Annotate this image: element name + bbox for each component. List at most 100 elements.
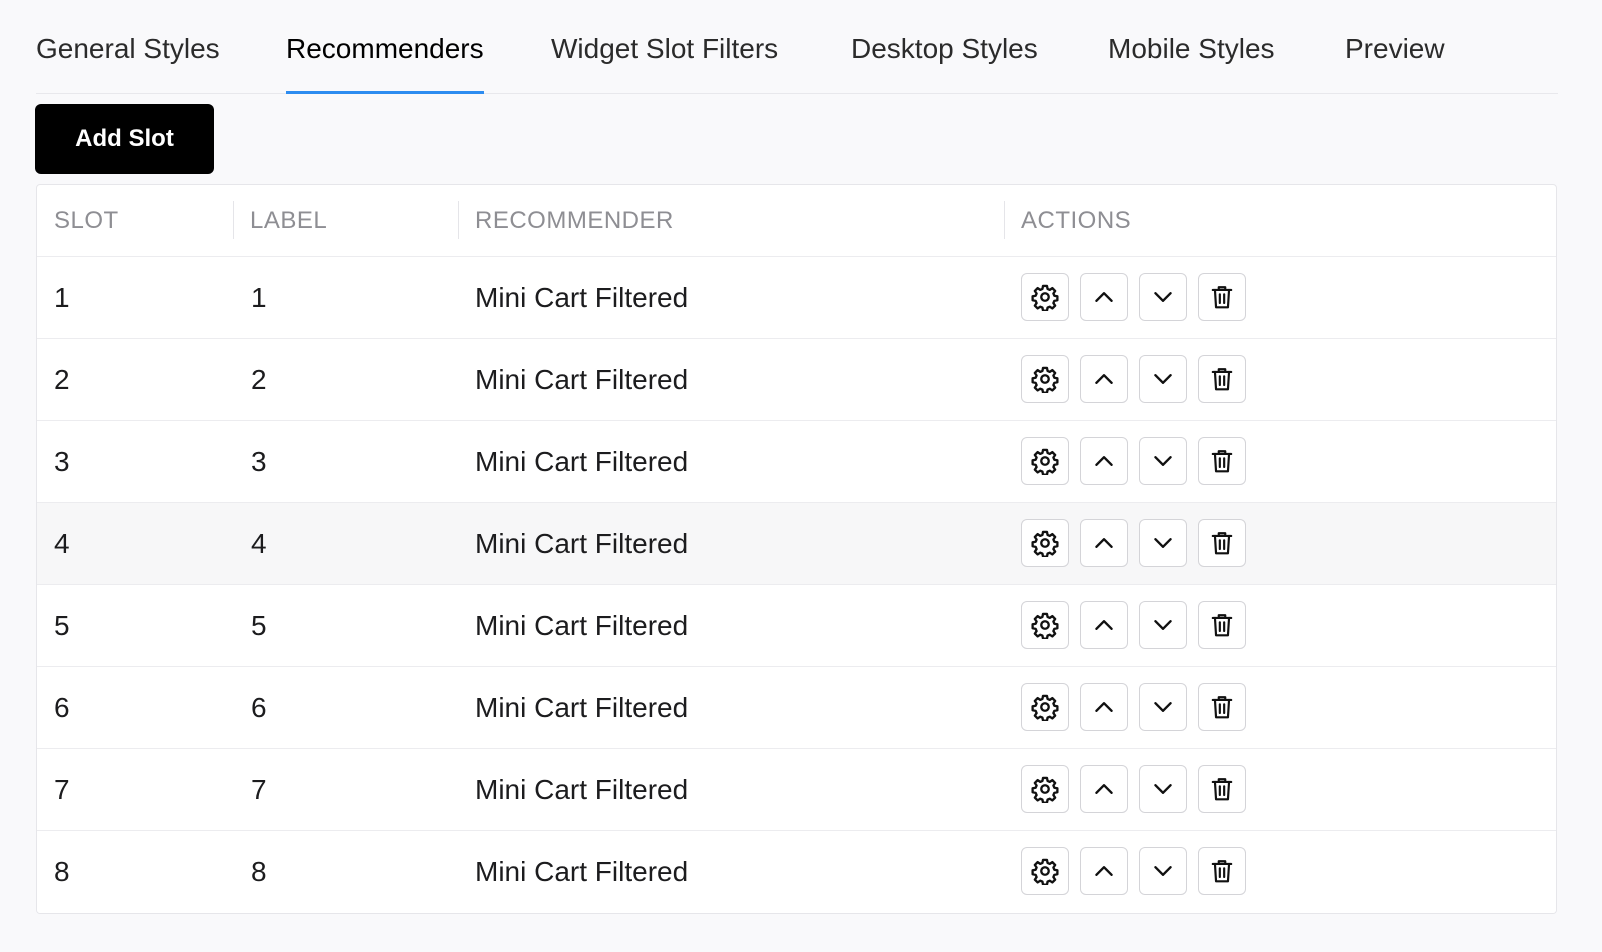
column-divider <box>233 201 234 239</box>
move-up-button[interactable] <box>1080 437 1128 485</box>
column-divider <box>1004 201 1005 239</box>
delete-button[interactable] <box>1198 683 1246 731</box>
table-row: 3 3 Mini Cart Filtered <box>37 421 1556 503</box>
move-up-button[interactable] <box>1080 355 1128 403</box>
move-down-button[interactable] <box>1139 847 1187 895</box>
settings-button[interactable] <box>1021 765 1069 813</box>
tab-widget-slot-filters[interactable]: Widget Slot Filters <box>551 0 778 93</box>
gear-icon <box>1031 283 1059 311</box>
move-up-button[interactable] <box>1080 765 1128 813</box>
chevron-up-icon <box>1091 776 1117 802</box>
tab-desktop-styles[interactable]: Desktop Styles <box>851 0 1038 93</box>
trash-icon <box>1209 612 1235 638</box>
settings-button[interactable] <box>1021 273 1069 321</box>
table-row: 1 1 Mini Cart Filtered <box>37 257 1556 339</box>
slot-cell: 6 <box>54 692 70 723</box>
table-header: SLOT LABEL RECOMMENDER ACTIONS <box>37 185 1556 257</box>
move-up-button[interactable] <box>1080 519 1128 567</box>
move-up-button[interactable] <box>1080 847 1128 895</box>
settings-button[interactable] <box>1021 519 1069 567</box>
slot-cell: 4 <box>54 528 70 559</box>
label-cell: 1 <box>251 282 267 313</box>
gear-icon <box>1031 365 1059 393</box>
chevron-down-icon <box>1150 530 1176 556</box>
move-up-button[interactable] <box>1080 273 1128 321</box>
move-down-button[interactable] <box>1139 765 1187 813</box>
move-down-button[interactable] <box>1139 683 1187 731</box>
move-down-button[interactable] <box>1139 601 1187 649</box>
chevron-down-icon <box>1150 694 1176 720</box>
recommender-cell: Mini Cart Filtered <box>475 610 689 641</box>
label-cell: 5 <box>251 610 267 641</box>
table-row: 4 4 Mini Cart Filtered <box>37 503 1556 585</box>
delete-button[interactable] <box>1198 355 1246 403</box>
move-down-button[interactable] <box>1139 437 1187 485</box>
slot-cell: 1 <box>54 282 70 313</box>
recommender-cell: Mini Cart Filtered <box>475 446 689 477</box>
delete-button[interactable] <box>1198 273 1246 321</box>
tab-preview[interactable]: Preview <box>1345 0 1445 93</box>
tab-mobile-styles[interactable]: Mobile Styles <box>1108 0 1275 93</box>
chevron-up-icon <box>1091 366 1117 392</box>
column-header-actions: ACTIONS <box>1021 207 1132 234</box>
chevron-down-icon <box>1150 284 1176 310</box>
trash-icon <box>1209 694 1235 720</box>
table-row: 2 2 Mini Cart Filtered <box>37 339 1556 421</box>
gear-icon <box>1031 775 1059 803</box>
delete-button[interactable] <box>1198 847 1246 895</box>
chevron-up-icon <box>1091 694 1117 720</box>
table-row: 6 6 Mini Cart Filtered <box>37 667 1556 749</box>
column-header-slot: SLOT <box>54 207 119 234</box>
gear-icon <box>1031 857 1059 885</box>
trash-icon <box>1209 776 1235 802</box>
slots-table: SLOT LABEL RECOMMENDER ACTIONS 1 1 Mini … <box>36 184 1557 914</box>
recommender-cell: Mini Cart Filtered <box>475 774 689 805</box>
settings-button[interactable] <box>1021 683 1069 731</box>
label-cell: 2 <box>251 364 267 395</box>
trash-icon <box>1209 284 1235 310</box>
tab-general-styles[interactable]: General Styles <box>36 0 220 93</box>
delete-button[interactable] <box>1198 519 1246 567</box>
move-down-button[interactable] <box>1139 355 1187 403</box>
chevron-up-icon <box>1091 284 1117 310</box>
column-header-recommender: RECOMMENDER <box>475 207 674 234</box>
recommender-cell: Mini Cart Filtered <box>475 364 689 395</box>
settings-button[interactable] <box>1021 355 1069 403</box>
chevron-up-icon <box>1091 448 1117 474</box>
label-cell: 4 <box>251 528 267 559</box>
slot-cell: 5 <box>54 610 70 641</box>
chevron-down-icon <box>1150 612 1176 638</box>
chevron-down-icon <box>1150 858 1176 884</box>
move-down-button[interactable] <box>1139 273 1187 321</box>
tab-bar: General Styles Recommenders Widget Slot … <box>36 0 1558 94</box>
label-cell: 3 <box>251 446 267 477</box>
recommender-cell: Mini Cart Filtered <box>475 528 689 559</box>
settings-button[interactable] <box>1021 847 1069 895</box>
delete-button[interactable] <box>1198 437 1246 485</box>
table-row: 8 8 Mini Cart Filtered <box>37 831 1556 913</box>
move-up-button[interactable] <box>1080 601 1128 649</box>
chevron-up-icon <box>1091 612 1117 638</box>
move-up-button[interactable] <box>1080 683 1128 731</box>
move-down-button[interactable] <box>1139 519 1187 567</box>
tab-recommenders[interactable]: Recommenders <box>286 0 484 94</box>
add-slot-button[interactable]: Add Slot <box>35 104 214 174</box>
settings-button[interactable] <box>1021 437 1069 485</box>
trash-icon <box>1209 448 1235 474</box>
table-row: 5 5 Mini Cart Filtered <box>37 585 1556 667</box>
label-cell: 6 <box>251 692 267 723</box>
chevron-up-icon <box>1091 858 1117 884</box>
gear-icon <box>1031 693 1059 721</box>
table-row: 7 7 Mini Cart Filtered <box>37 749 1556 831</box>
chevron-up-icon <box>1091 530 1117 556</box>
delete-button[interactable] <box>1198 765 1246 813</box>
column-header-label: LABEL <box>250 207 328 234</box>
column-divider <box>458 201 459 239</box>
slot-cell: 2 <box>54 364 70 395</box>
delete-button[interactable] <box>1198 601 1246 649</box>
recommender-cell: Mini Cart Filtered <box>475 692 689 723</box>
chevron-down-icon <box>1150 366 1176 392</box>
settings-button[interactable] <box>1021 601 1069 649</box>
slot-cell: 7 <box>54 774 70 805</box>
label-cell: 8 <box>251 856 267 887</box>
